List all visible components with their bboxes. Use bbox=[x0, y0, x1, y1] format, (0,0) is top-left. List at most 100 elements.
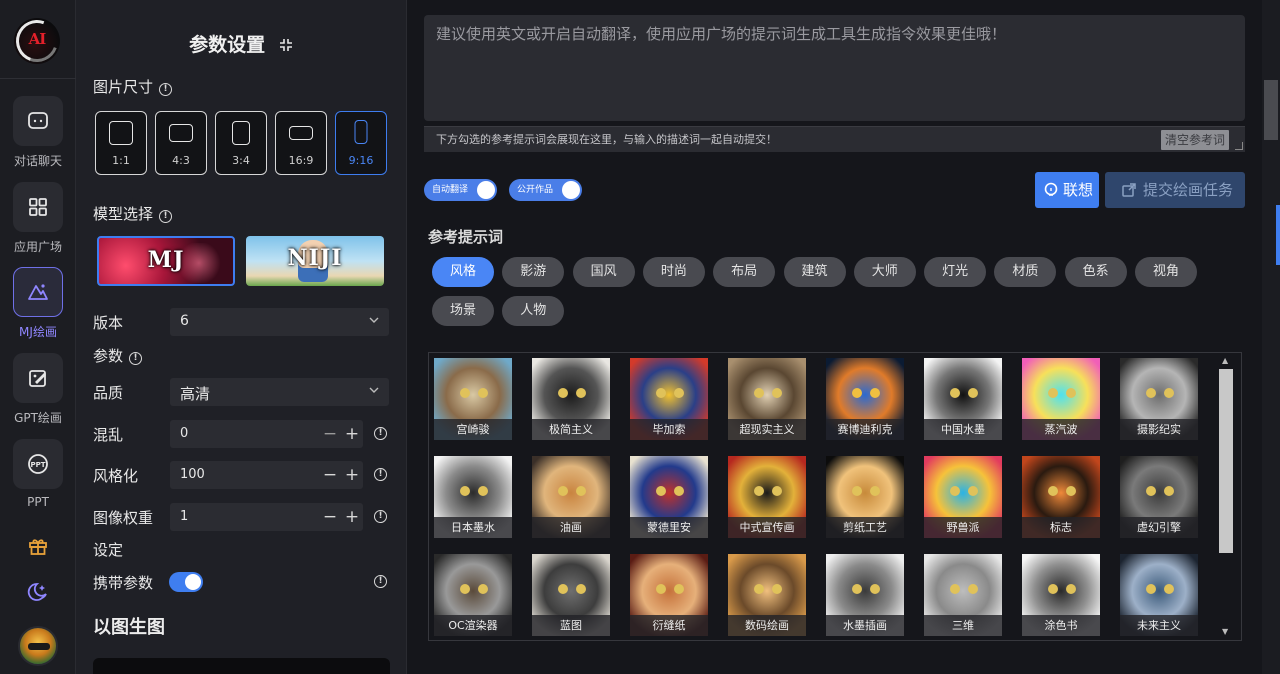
style-card[interactable]: 宫崎骏 bbox=[434, 358, 512, 440]
style-card[interactable]: 标志 bbox=[1022, 456, 1100, 538]
plus-icon[interactable]: + bbox=[345, 465, 359, 485]
model-label-row: 模型选择! bbox=[93, 203, 173, 224]
cat-eye bbox=[674, 388, 684, 398]
page-scrollbar-thumb[interactable] bbox=[1264, 80, 1278, 140]
moon-icon[interactable] bbox=[26, 580, 50, 604]
image-upload-area[interactable] bbox=[93, 658, 390, 674]
style-card[interactable]: 蒙德里安 bbox=[630, 456, 708, 538]
gallery-scrollbar-thumb[interactable] bbox=[1219, 369, 1233, 553]
tag-3[interactable]: 时尚 bbox=[642, 257, 705, 287]
tag-1[interactable]: 影游 bbox=[502, 257, 565, 287]
style-card[interactable]: 日本墨水 bbox=[434, 456, 512, 538]
minus-icon[interactable]: − bbox=[323, 507, 337, 527]
plus-icon[interactable]: + bbox=[345, 507, 359, 527]
tag-10[interactable]: 视角 bbox=[1135, 257, 1197, 287]
style-card[interactable]: 毕加索 bbox=[630, 358, 708, 440]
tag-9[interactable]: 色系 bbox=[1064, 257, 1127, 287]
cat-eye bbox=[478, 388, 488, 398]
nav-item-apps[interactable]: 应用广场 bbox=[0, 182, 76, 255]
tag-12[interactable]: 人物 bbox=[502, 296, 565, 326]
tag-0[interactable]: 风格 bbox=[432, 257, 494, 287]
style-card[interactable]: 中式宣传画 bbox=[728, 456, 806, 538]
quality-select[interactable]: 高清 bbox=[170, 378, 389, 406]
tag-11[interactable]: 场景 bbox=[432, 296, 494, 326]
style-card[interactable]: 蒸汽波 bbox=[1022, 358, 1100, 440]
tag-5[interactable]: 建筑 bbox=[783, 257, 846, 287]
tag-6[interactable]: 大师 bbox=[853, 257, 916, 287]
style-card[interactable]: 摄影纪实 bbox=[1120, 358, 1198, 440]
tag-8[interactable]: 材质 bbox=[994, 257, 1057, 287]
model-niji[interactable]: NIJI bbox=[246, 236, 384, 286]
help-icon[interactable]: ! bbox=[374, 427, 387, 440]
prompt-input[interactable]: 建议使用英文或开启自动翻译，使用应用广场的提示词生成工具生成指令效果更佳哦！ bbox=[424, 15, 1245, 121]
clear-reference-button[interactable]: 清空参考词 bbox=[1160, 130, 1229, 150]
chat-icon[interactable] bbox=[13, 96, 63, 146]
style-card[interactable]: 赛博迪利克 bbox=[826, 358, 904, 440]
cat-eye bbox=[950, 584, 960, 594]
ppt-icon[interactable]: PPT bbox=[13, 439, 63, 489]
ratio-9-16[interactable]: 9:16 bbox=[335, 111, 387, 175]
grid-icon[interactable] bbox=[13, 182, 63, 232]
gift-icon[interactable] bbox=[26, 534, 50, 558]
help-icon[interactable]: ! bbox=[159, 83, 173, 96]
associate-button[interactable]: 联想 bbox=[1035, 172, 1099, 208]
ratio-3-4[interactable]: 3:4 bbox=[215, 111, 267, 175]
style-card[interactable]: 油画 bbox=[532, 456, 610, 538]
submit-task-button[interactable]: 提交绘画任务 bbox=[1105, 172, 1245, 208]
ratio-1-1[interactable]: 1:1 bbox=[95, 111, 147, 175]
style-card[interactable]: 野兽派 bbox=[924, 456, 1002, 538]
image-icon[interactable] bbox=[13, 267, 63, 317]
scroll-up-icon[interactable]: ▲ bbox=[1222, 357, 1230, 365]
stylize-stepper[interactable]: 100 − + bbox=[170, 461, 363, 489]
user-avatar[interactable] bbox=[18, 626, 58, 666]
nav-item-gpt-draw[interactable]: GPT绘画 bbox=[0, 353, 76, 426]
image-weight-stepper[interactable]: 1 − + bbox=[170, 503, 363, 531]
auto-translate-toggle[interactable]: 自动翻译 bbox=[424, 179, 497, 201]
minus-icon[interactable]: − bbox=[323, 465, 337, 485]
tag-2[interactable]: 国风 bbox=[572, 257, 635, 287]
reference-title: 参考提示词 bbox=[428, 228, 504, 246]
plus-icon[interactable]: + bbox=[345, 424, 359, 444]
style-card[interactable]: 剪纸工艺 bbox=[826, 456, 904, 538]
ratio-4-3[interactable]: 4:3 bbox=[155, 111, 207, 175]
app-logo[interactable]: AI bbox=[9, 13, 65, 69]
style-card[interactable]: 超现实主义 bbox=[728, 358, 806, 440]
minus-icon[interactable]: − bbox=[323, 424, 337, 444]
tag-4[interactable]: 布局 bbox=[713, 257, 776, 287]
help-icon[interactable]: ! bbox=[374, 575, 387, 588]
cat-eye bbox=[1066, 584, 1076, 594]
nav-item-chat[interactable]: 对话聊天 bbox=[0, 96, 76, 169]
carry-params-toggle[interactable] bbox=[169, 572, 203, 592]
style-card[interactable]: 未来主义 bbox=[1120, 554, 1198, 636]
nav-item-ppt[interactable]: PPT PPT bbox=[0, 439, 76, 509]
help-icon[interactable]: ! bbox=[129, 352, 143, 365]
style-card[interactable]: 数码绘画 bbox=[728, 554, 806, 636]
help-icon[interactable]: ! bbox=[374, 510, 387, 523]
style-card[interactable]: 三维 bbox=[924, 554, 1002, 636]
style-card[interactable]: 极简主义 bbox=[532, 358, 610, 440]
style-card[interactable]: 蓝图 bbox=[532, 554, 610, 636]
tag-7[interactable]: 灯光 bbox=[924, 257, 987, 287]
quality-label: 品质 bbox=[93, 384, 124, 402]
version-select[interactable]: 6 bbox=[170, 308, 389, 336]
style-card[interactable]: 水墨插画 bbox=[826, 554, 904, 636]
reference-preview-field[interactable]: 下方勾选的参考提示词会展现在这里，与输入的描述词一起自动提交！ 清空参考词 bbox=[424, 126, 1245, 152]
style-card[interactable]: 中国水墨 bbox=[924, 358, 1002, 440]
style-card[interactable]: 涂色书 bbox=[1022, 554, 1100, 636]
scroll-down-icon[interactable]: ▼ bbox=[1222, 628, 1230, 636]
style-card[interactable]: OC渲染器 bbox=[434, 554, 512, 636]
draw-icon[interactable] bbox=[13, 353, 63, 403]
collapse-icon[interactable] bbox=[278, 36, 294, 58]
help-icon[interactable]: ! bbox=[159, 210, 173, 223]
chaos-stepper[interactable]: 0 − + bbox=[170, 420, 363, 448]
public-works-toggle[interactable]: 公开作品 bbox=[509, 179, 582, 201]
style-card[interactable]: 虚幻引擎 bbox=[1120, 456, 1198, 538]
help-icon[interactable]: ! bbox=[374, 468, 387, 481]
style-card[interactable]: 衍缝纸 bbox=[630, 554, 708, 636]
resize-handle-icon[interactable] bbox=[1235, 142, 1243, 150]
ratio-16-9[interactable]: 16:9 bbox=[275, 111, 327, 175]
model-mj[interactable]: MJ bbox=[97, 236, 235, 286]
page-scrollbar[interactable] bbox=[1262, 0, 1280, 674]
nav-item-mj[interactable]: MJ绘画 bbox=[0, 267, 76, 340]
quality-value: 高清 bbox=[180, 385, 211, 403]
